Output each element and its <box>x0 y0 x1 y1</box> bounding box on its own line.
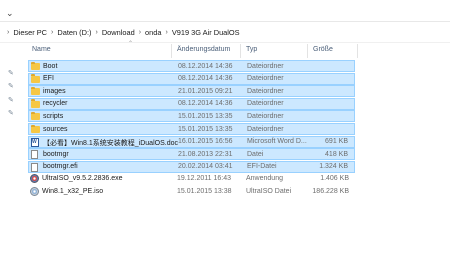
file-row[interactable]: UltraISO_v9.5.2.2836.exe 19.12.2011 16:43… <box>28 173 355 185</box>
breadcrumb-root-chevron-icon[interactable]: › <box>4 29 12 36</box>
folder-icon <box>31 99 40 108</box>
column-divider[interactable] <box>307 44 308 58</box>
file-name: bootmgr.efi <box>43 163 78 171</box>
folder-icon <box>31 61 40 70</box>
file-name: images <box>43 87 66 95</box>
file-date-modified: 08.12.2014 14:36 <box>178 62 233 70</box>
file-type: Microsoft Word D... <box>247 138 307 146</box>
file-icon <box>31 150 38 160</box>
file-date-modified: 19.12.2011 16:43 <box>177 174 231 182</box>
file-row[interactable]: EFI 08.12.2014 14:36 Dateiordner <box>28 72 355 85</box>
pin-icon[interactable]: ✎ <box>8 83 16 91</box>
column-divider[interactable] <box>240 44 241 58</box>
breadcrumb-chevron-icon[interactable]: › <box>92 29 100 36</box>
file-date-modified: 21.01.2015 09:21 <box>178 87 233 95</box>
efi-file-icon <box>31 162 38 172</box>
iso-disc-icon <box>30 187 39 196</box>
file-type: Anwendung <box>246 174 283 182</box>
file-date-modified: 16.01.2015 16:56 <box>178 138 233 146</box>
file-name: scripts <box>43 112 64 120</box>
sort-chevron-icon: ⌃ <box>128 41 134 47</box>
file-row[interactable]: scripts 15.01.2015 13:35 Dateiordner <box>28 110 355 123</box>
file-size: 691 KB <box>325 138 348 146</box>
breadcrumb-chevron-icon[interactable]: › <box>136 29 144 36</box>
pin-icon[interactable]: ✎ <box>8 70 16 78</box>
ultraiso-exe-icon <box>30 174 39 184</box>
breadcrumb: › Dieser PC › Daten (D:) › Download › on… <box>0 22 241 42</box>
file-type: Dateiordner <box>247 100 284 108</box>
breadcrumb-item-daten[interactable]: Daten (D:) <box>56 28 92 37</box>
file-name: 【必看】Win8.1系统安装教程_iDualOS.doc <box>43 140 178 148</box>
pin-icon[interactable]: ✎ <box>8 97 16 105</box>
column-header-type[interactable]: Typ <box>246 46 257 53</box>
folder-icon <box>31 74 40 83</box>
expand-ribbon-chevron-icon[interactable]: ⌄ <box>6 8 18 18</box>
file-row[interactable]: images 21.01.2015 09:21 Dateiordner <box>28 85 355 98</box>
file-size: 1.324 KB <box>319 163 348 171</box>
file-date-modified: 21.08.2013 22:31 <box>178 150 233 158</box>
pin-icon[interactable]: ✎ <box>8 110 16 118</box>
file-row[interactable]: sources 15.01.2015 13:35 Dateiordner <box>28 123 355 135</box>
breadcrumb-item-current-folder[interactable]: V919 3G Air DualOS <box>171 28 241 37</box>
file-date-modified: 15.01.2015 13:38 <box>177 187 232 195</box>
file-type: Dateiordner <box>247 75 284 83</box>
file-size: 186.228 KB <box>312 187 349 195</box>
file-type: UltraISO Datei <box>246 187 292 195</box>
file-type: Dateiordner <box>247 62 284 70</box>
folder-icon <box>31 86 40 96</box>
file-type: Datei <box>247 150 264 158</box>
column-header-date[interactable]: Änderungsdatum <box>177 46 230 53</box>
file-row[interactable]: 【必看】Win8.1系统安装教程_iDualOS.doc16.01.2015 1… <box>28 135 355 148</box>
window-toolbar: ⌄ <box>0 0 450 22</box>
breadcrumb-chevron-icon[interactable]: › <box>162 29 170 36</box>
breadcrumb-chevron-icon[interactable]: › <box>48 29 56 36</box>
file-name: EFI <box>43 75 54 83</box>
breadcrumb-item-onda[interactable]: onda <box>144 28 162 37</box>
file-type: Dateiordner <box>247 112 284 120</box>
file-date-modified: 15.01.2015 13:35 <box>178 125 233 133</box>
column-divider[interactable] <box>171 44 172 58</box>
column-header-name[interactable]: Name <box>32 46 51 53</box>
file-name: Win8.1_x32_PE.iso <box>42 187 104 195</box>
file-date-modified: 08.12.2014 14:36 <box>178 75 233 83</box>
file-row[interactable]: bootmgr 21.08.2013 22:31 Datei 418 KB <box>28 148 355 161</box>
file-row[interactable]: Win8.1_x32_PE.iso 15.01.2015 13:38 UltraIS… <box>28 186 355 198</box>
file-type: Dateiordner <box>247 87 284 95</box>
navigation-pane: ✎ ✎ ✎ ✎ <box>0 43 24 260</box>
folder-icon <box>31 124 40 133</box>
file-type: Dateiordner <box>247 125 284 133</box>
file-date-modified: 20.02.2014 03:41 <box>178 163 233 171</box>
file-date-modified: 08.12.2014 14:36 <box>178 100 233 108</box>
column-header-row: ⌃ Name Änderungsdatum Typ Größe <box>28 41 358 59</box>
file-row[interactable]: recycler 08.12.2014 14:36 Dateiordner <box>28 97 355 110</box>
file-name: Boot <box>43 62 58 70</box>
file-name: UltraISO_v9.5.2.2836.exe <box>42 174 123 182</box>
word-doc-icon <box>31 137 39 147</box>
file-name: bootmgr <box>43 150 69 158</box>
file-size: 1.406 KB <box>320 174 349 182</box>
file-size: 418 KB <box>325 150 348 158</box>
file-row[interactable]: Boot 08.12.2014 14:36 Dateiordner <box>28 60 355 72</box>
folder-icon <box>31 111 40 121</box>
column-header-size[interactable]: Größe <box>313 46 333 53</box>
column-divider[interactable] <box>357 44 358 58</box>
file-name: recycler <box>43 100 68 108</box>
file-row[interactable]: bootmgr.efi 20.02.2014 03:41 EFI-Datei 1.32… <box>28 160 355 173</box>
file-date-modified: 15.01.2015 13:35 <box>178 112 233 120</box>
file-type: EFI-Datei <box>247 163 277 171</box>
breadcrumb-item-dieser-pc[interactable]: Dieser PC <box>12 28 48 37</box>
file-name: sources <box>43 125 68 133</box>
breadcrumb-item-download[interactable]: Download <box>101 28 136 37</box>
